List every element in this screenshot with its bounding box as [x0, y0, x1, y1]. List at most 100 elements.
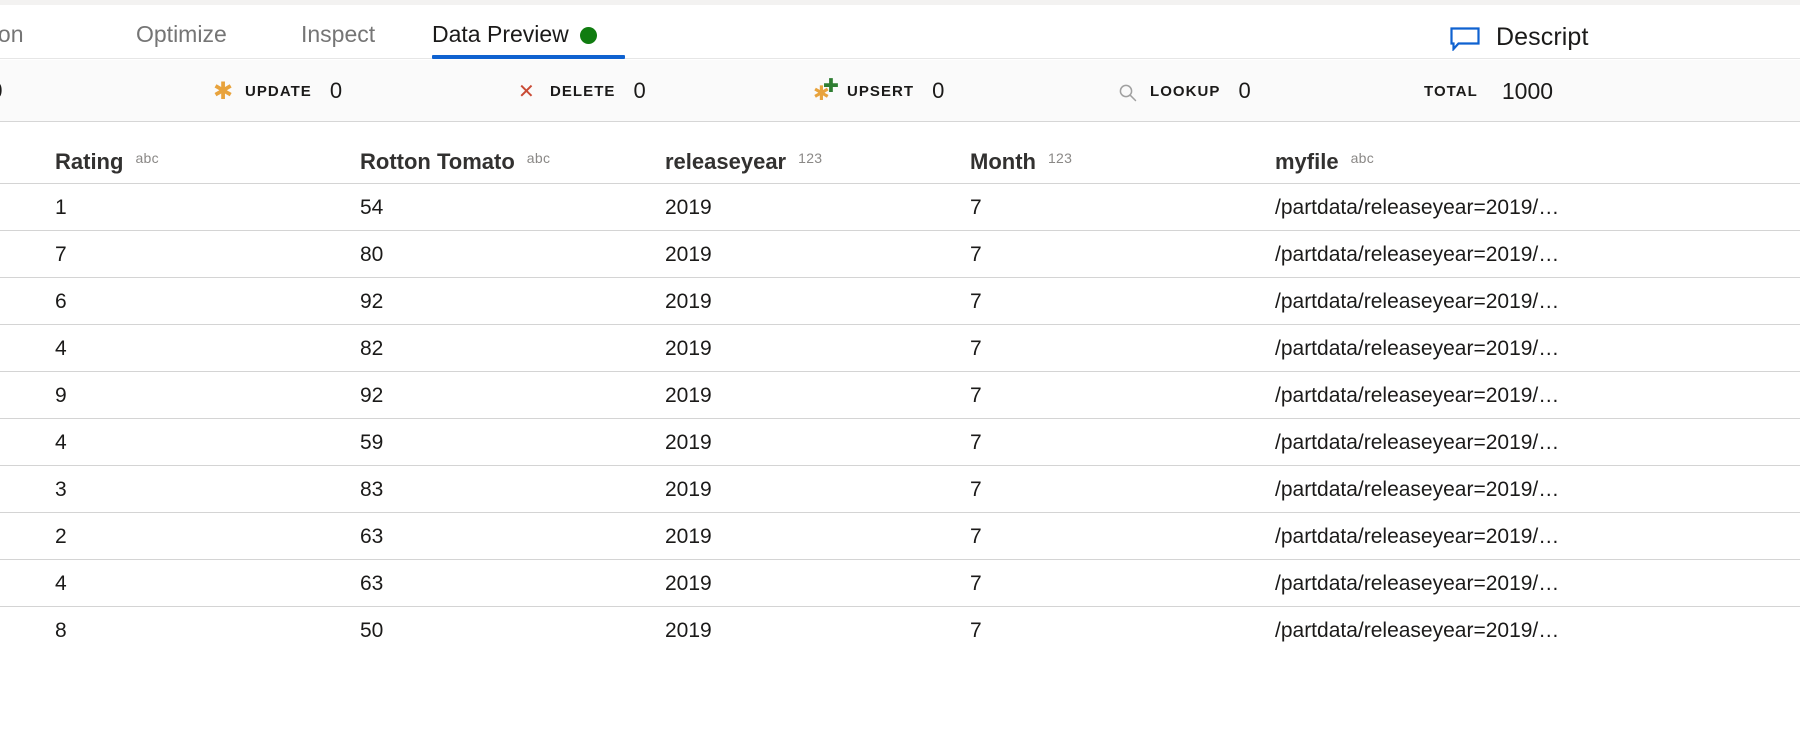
description-button[interactable]: Descript — [1450, 10, 1589, 64]
table-body: 1 54 2019 7/partdata/releaseyear=2019/… 7 80 2… — [0, 183, 1800, 653]
table-cell: 7 — [970, 337, 982, 360]
column-type-123-icon: 123 — [1047, 150, 1073, 166]
table-cell: /partdata/releaseyear=2019/… — [1275, 337, 1560, 360]
column-header-myfile[interactable]: myfile abc — [1275, 149, 1374, 175]
table-row[interactable]: 8 50 2019 7/partdata/releaseyear=2019/… — [0, 606, 1800, 653]
table-cell: 4 — [55, 431, 67, 454]
column-header-label: releaseyear — [665, 149, 787, 174]
data-preview-table: Rating abc Rotton Tomato abc releaseyear… — [0, 123, 1800, 653]
table-cell: 2019 — [665, 243, 712, 266]
stat-delete-value: 0 — [633, 78, 646, 103]
column-type-abc-icon: abc — [526, 150, 551, 166]
table-cell: /partdata/releaseyear=2019/… — [1275, 196, 1560, 219]
column-header-releaseyear[interactable]: releaseyear 123 — [665, 149, 822, 175]
table-cell: 63 — [360, 572, 384, 595]
table-cell: /partdata/releaseyear=2019/… — [1275, 478, 1560, 501]
table-cell: 7 — [970, 572, 982, 595]
tab-projection-label: jection — [0, 20, 24, 47]
stat-update: ✱ UPDATE 0 — [213, 60, 342, 122]
stat-total: TOTAL 1000 — [1424, 60, 1553, 122]
table-cell: /partdata/releaseyear=2019/… — [1275, 572, 1560, 595]
table-cell: 7 — [55, 243, 67, 266]
table-row[interactable]: 1 54 2019 7/partdata/releaseyear=2019/… — [0, 183, 1800, 230]
table-row[interactable]: 3 83 2019 7/partdata/releaseyear=2019/… — [0, 465, 1800, 512]
table-cell: /partdata/releaseyear=2019/… — [1275, 431, 1560, 454]
stat-lookup: LOOKUP 0 — [1118, 60, 1251, 122]
tab-projection[interactable]: jection — [0, 5, 23, 59]
tab-data-preview[interactable]: Data Preview — [432, 5, 625, 59]
callout-icon — [1450, 27, 1480, 52]
description-label: Descript — [1496, 22, 1589, 51]
stat-insert-value: 00 — [0, 78, 2, 104]
stats-bar: 00 ✱ UPDATE 0 ✕ DELETE 0 ✱ ✚ UPSERT 0 — [0, 60, 1800, 122]
table-cell: 9 — [55, 384, 67, 407]
table-cell: 2019 — [665, 431, 712, 454]
column-header-rating[interactable]: Rating abc — [55, 149, 159, 175]
table-cell: 7 — [970, 525, 982, 548]
tab-bar: jection Optimize Inspect Data Preview De… — [0, 5, 1800, 59]
table-cell: 7 — [970, 243, 982, 266]
stat-lookup-value: 0 — [1238, 78, 1251, 103]
asterisk-plus-icon: ✱ ✚ — [813, 75, 839, 105]
column-type-abc-icon: abc — [1350, 150, 1375, 166]
table-row[interactable]: 7 80 2019 7/partdata/releaseyear=2019/… — [0, 230, 1800, 277]
table-cell: /partdata/releaseyear=2019/… — [1275, 525, 1560, 548]
table-cell: 2019 — [665, 337, 712, 360]
table-cell: 92 — [360, 384, 384, 407]
column-type-123-icon: 123 — [798, 150, 823, 166]
table-cell: 7 — [970, 619, 982, 642]
stat-total-value: 1000 — [1501, 77, 1554, 104]
table-cell: 7 — [970, 196, 982, 219]
table-cell: 82 — [360, 337, 384, 360]
table-cell: 2019 — [665, 525, 712, 548]
table-cell: 7 — [970, 431, 982, 454]
table-cell: 2019 — [665, 572, 712, 595]
table-cell: 50 — [360, 619, 384, 642]
active-tab-underline — [432, 55, 625, 59]
table-cell: 54 — [360, 196, 384, 219]
table-row[interactable]: 4 82 2019 7/partdata/releaseyear=2019/… — [0, 324, 1800, 371]
stat-update-label: UPDATE — [245, 82, 312, 100]
table-cell: 92 — [360, 290, 384, 313]
table-cell: 7 — [970, 290, 982, 313]
table-cell: 4 — [55, 572, 67, 595]
column-header-month[interactable]: Month 123 — [970, 149, 1072, 175]
tab-data-preview-label: Data Preview — [432, 20, 569, 47]
stat-insert: 00 — [0, 60, 2, 122]
table-row[interactable]: 2 63 2019 7/partdata/releaseyear=2019/… — [0, 512, 1800, 559]
x-icon: ✕ — [518, 79, 535, 103]
table-cell: 83 — [360, 478, 384, 501]
column-header-label: myfile — [1275, 149, 1339, 174]
table-row[interactable]: 6 92 2019 7/partdata/releaseyear=2019/… — [0, 277, 1800, 324]
table-cell: /partdata/releaseyear=2019/… — [1275, 619, 1560, 642]
stat-update-value: 0 — [329, 78, 343, 103]
tab-optimize-label: Optimize — [136, 20, 227, 47]
table-header-row: Rating abc Rotton Tomato abc releaseyear… — [0, 123, 1800, 183]
asterisk-icon: ✱ — [213, 77, 234, 105]
table-row[interactable]: 4 63 2019 7/partdata/releaseyear=2019/… — [0, 559, 1800, 606]
stat-upsert-value: 0 — [932, 78, 945, 103]
tab-inspect[interactable]: Inspect — [301, 5, 375, 59]
table-cell: 2019 — [665, 619, 712, 642]
table-cell: 2019 — [665, 196, 712, 219]
table-cell: 6 — [55, 290, 67, 313]
data-preview-panel: jection Optimize Inspect Data Preview De… — [0, 0, 1800, 751]
column-header-label: Month — [970, 149, 1036, 174]
stat-total-label: TOTAL — [1424, 82, 1478, 100]
column-type-abc-icon: abc — [135, 150, 159, 166]
stat-upsert-label: UPSERT — [847, 82, 915, 100]
table-cell: 4 — [55, 337, 67, 360]
table-cell: 3 — [55, 478, 67, 501]
table-row[interactable]: 4 59 2019 7/partdata/releaseyear=2019/… — [0, 418, 1800, 465]
table-cell: 7 — [970, 384, 982, 407]
column-header-label: Rating — [55, 149, 124, 174]
tab-optimize[interactable]: Optimize — [136, 5, 227, 59]
table-cell: 2019 — [665, 478, 712, 501]
stat-delete: ✕ DELETE 0 — [518, 60, 646, 122]
table-cell: 59 — [360, 431, 384, 454]
table-cell: 8 — [55, 619, 67, 642]
column-header-rotton-tomato[interactable]: Rotton Tomato abc — [360, 149, 550, 175]
table-row[interactable]: 9 92 2019 7/partdata/releaseyear=2019/… — [0, 371, 1800, 418]
table-cell: 63 — [360, 525, 384, 548]
table-cell: 2 — [55, 525, 67, 548]
